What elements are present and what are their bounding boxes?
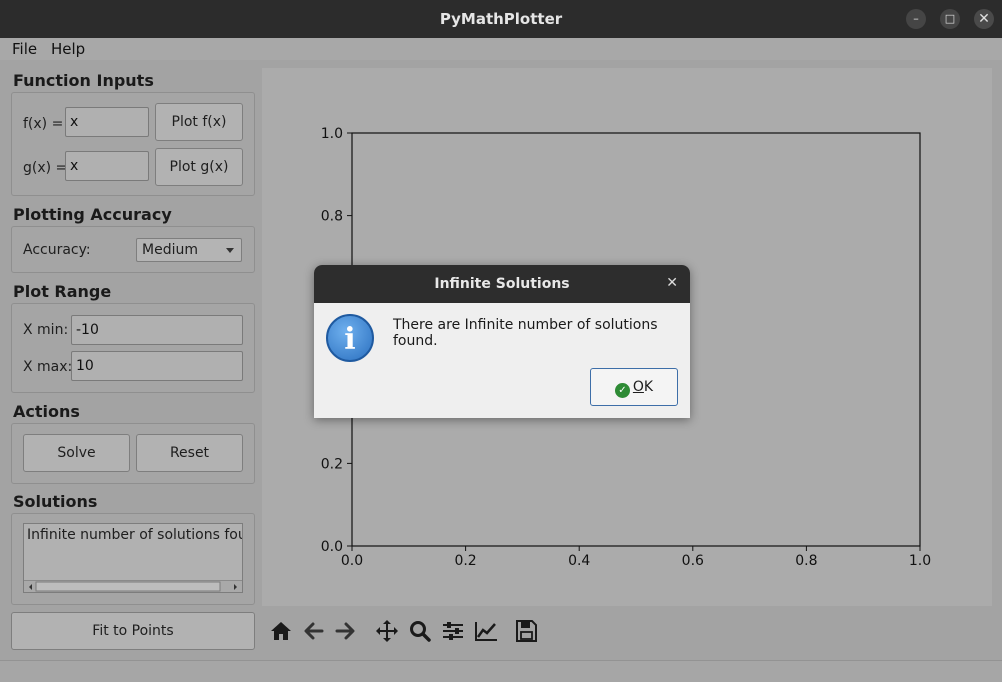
menu-help[interactable]: Help [51,40,85,58]
maximize-button[interactable]: □ [940,9,960,29]
solutions-output[interactable]: Infinite number of solutions found [23,523,243,593]
back-icon[interactable] [301,619,327,643]
x-axis: 0.0 0.2 0.4 0.6 0.8 1.0 [341,546,931,569]
main-window: PyMathPlotter – □ ✕ File Help Function I… [0,0,1002,682]
fit-to-points-button[interactable]: Fit to Points [11,612,255,650]
ok-label: K [643,379,654,395]
accuracy-group: Accuracy: Medium [11,226,255,273]
xmax-label: X max: [23,359,73,375]
x-tick-label: 0.6 [682,553,704,569]
plot-range-group: X min: -10 X max: 10 [11,303,255,393]
g-input[interactable]: x [65,151,149,181]
f-label: f(x) = [23,116,64,132]
dialog-title[interactable]: Infinite Solutions [314,265,690,303]
function-inputs-group: f(x) = x Plot f(x) g(x) = x Plot g(x) [11,92,255,196]
y-tick-label: 0.8 [321,209,343,225]
close-button[interactable]: ✕ [974,9,994,29]
chevron-down-icon [226,248,234,253]
zoom-icon[interactable] [407,619,433,643]
control-panel: Function Inputs f(x) = x Plot f(x) g(x) … [0,60,262,608]
g-label: g(x) = [23,160,68,176]
ok-button[interactable]: ✓ OK [590,368,678,406]
x-tick-label: 0.0 [341,553,363,569]
status-bar [0,660,1002,682]
xmin-label: X min: [23,322,69,338]
plot-g-button[interactable]: Plot g(x) [155,148,243,186]
y-tick-label: 0.2 [321,456,343,472]
scrollbar-thumb[interactable] [35,581,221,592]
x-tick-label: 0.4 [568,553,590,569]
edit-axis-icon[interactable] [473,619,499,643]
info-dialog: Infinite Solutions ✕ i There are Infinit… [314,265,690,418]
f-input[interactable]: x [65,107,149,137]
accuracy-title: Plotting Accuracy [13,205,172,224]
dialog-close-icon[interactable]: ✕ [666,275,678,291]
configure-subplots-icon[interactable] [440,619,466,643]
accuracy-label: Accuracy: [23,242,91,258]
solutions-title: Solutions [13,492,98,511]
solve-button[interactable]: Solve [23,434,130,472]
scroll-right-icon[interactable] [234,584,237,590]
forward-icon[interactable] [333,619,359,643]
x-tick-label: 0.2 [454,553,476,569]
scroll-left-icon[interactable] [29,584,32,590]
home-icon[interactable] [268,619,294,643]
actions-group: Solve Reset [11,423,255,484]
y-tick-label: 0.0 [321,539,343,555]
menu-file[interactable]: File [12,40,37,58]
menu-bar: File Help [0,38,1002,60]
x-tick-label: 1.0 [909,553,931,569]
accuracy-select[interactable]: Medium [136,238,242,262]
reset-button[interactable]: Reset [136,434,243,472]
xmax-input[interactable]: 10 [71,351,243,381]
actions-title: Actions [13,402,80,421]
solutions-group: Infinite number of solutions found [11,513,255,605]
save-icon[interactable] [513,619,539,643]
solutions-text: Infinite number of solutions found [27,527,243,543]
horizontal-scrollbar[interactable] [24,580,242,592]
ok-mnemonic: O [632,379,644,395]
plot-range-title: Plot Range [13,282,112,301]
title-bar[interactable]: PyMathPlotter – □ ✕ [0,0,1002,38]
accuracy-selected: Medium [142,242,198,258]
window-title: PyMathPlotter [439,10,563,28]
pan-icon[interactable] [374,619,400,643]
x-tick-label: 0.8 [795,553,817,569]
y-tick-label: 1.0 [321,126,343,142]
function-inputs-title: Function Inputs [13,71,154,90]
xmin-input[interactable]: -10 [71,315,243,345]
check-icon: ✓ [614,383,630,398]
plot-f-button[interactable]: Plot f(x) [155,103,243,141]
dialog-message: There are Infinite number of solutions f… [393,317,658,349]
minimize-button[interactable]: – [906,9,926,29]
info-icon: i [326,314,374,362]
